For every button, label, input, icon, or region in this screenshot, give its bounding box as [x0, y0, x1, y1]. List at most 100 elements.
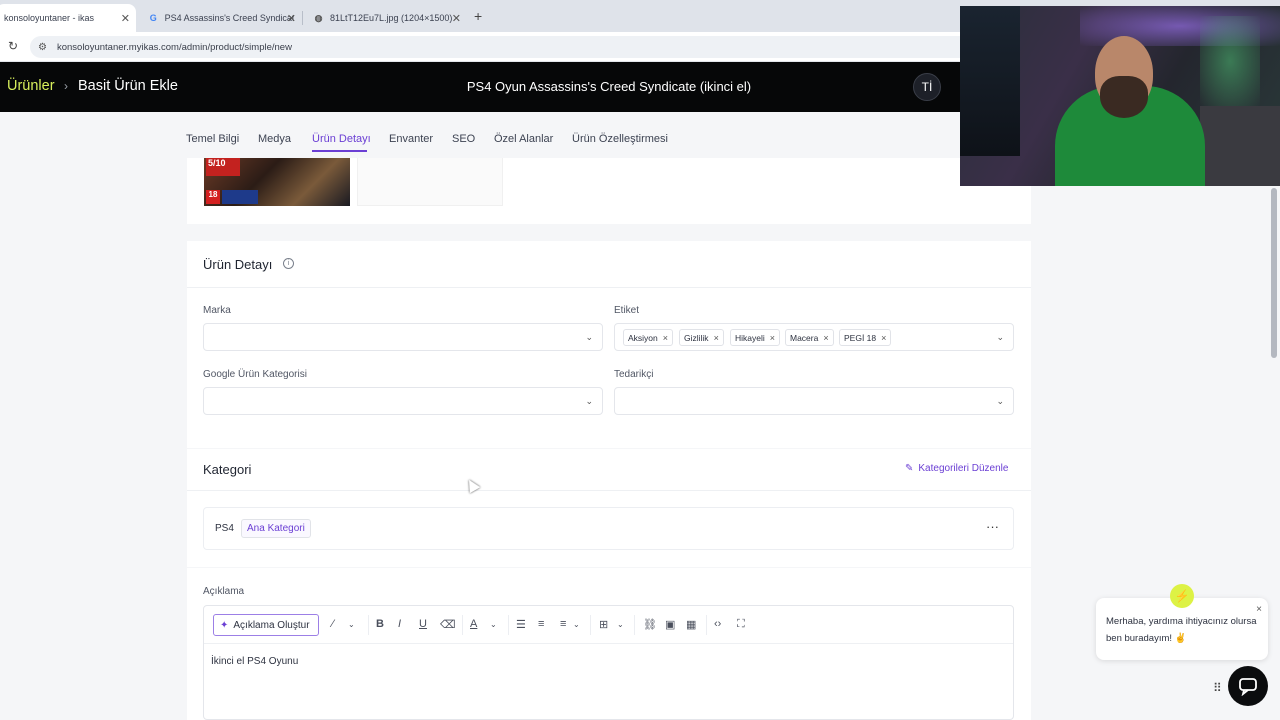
bullet-list-icon[interactable]: ☰: [516, 618, 526, 631]
tab-close-icon[interactable]: ✕: [287, 12, 296, 25]
close-icon[interactable]: ×: [1256, 601, 1262, 618]
tab-seo[interactable]: SEO: [452, 133, 475, 145]
generate-description-button[interactable]: ✦ Açıklama Oluştur: [213, 614, 319, 636]
google-category-label: Google Ürün Kategorisi: [203, 369, 307, 380]
divider: [187, 287, 1031, 288]
more-options-icon[interactable]: ···: [986, 519, 999, 534]
editor-content[interactable]: İkinci el PS4 Oyunu: [211, 656, 298, 667]
chevron-down-icon[interactable]: ⌄: [490, 620, 497, 629]
tag-chip: PEGİ 18 ×: [839, 329, 892, 346]
magic-wand-icon[interactable]: ⁄: [332, 618, 334, 630]
tags-label: Etiket: [614, 305, 640, 316]
toolbar-separator: [508, 615, 509, 635]
toolbar-separator: [462, 615, 463, 635]
category-name: PS4: [215, 523, 234, 534]
tab-basic-info[interactable]: Temel Bilgi: [186, 133, 239, 145]
image-placeholder[interactable]: [357, 158, 503, 206]
globe-icon: ◍: [314, 12, 323, 23]
description-label: Açıklama: [203, 586, 245, 597]
chevron-down-icon: ⌄: [996, 396, 1004, 406]
supplier-select[interactable]: ⌄: [614, 387, 1014, 415]
tab-media[interactable]: Medya: [258, 133, 291, 145]
chat-message: Merhaba, yardıma ihtiyacınız olursa ben …: [1106, 616, 1257, 644]
remove-tag-icon[interactable]: ×: [823, 333, 828, 343]
tab-separator: [302, 11, 303, 25]
toolbar-separator: [706, 615, 707, 635]
chat-launcher-button[interactable]: [1228, 666, 1268, 706]
remove-tag-icon[interactable]: ×: [714, 333, 719, 343]
tab-inventory[interactable]: Envanter: [389, 133, 433, 145]
chat-icon: [1239, 678, 1257, 696]
tag-chip: Aksiyon ×: [623, 329, 674, 346]
tab-custom-fields[interactable]: Özel Alanlar: [494, 133, 553, 145]
google-category-select[interactable]: ⌄: [203, 387, 603, 415]
chevron-down-icon[interactable]: ⌄: [573, 620, 580, 629]
webcam-overlay: [960, 6, 1280, 186]
remove-tag-icon[interactable]: ×: [663, 333, 668, 343]
table-icon[interactable]: ⊞: [599, 618, 608, 631]
chevron-down-icon: ⌄: [585, 396, 593, 406]
video-icon[interactable]: ▦: [686, 618, 696, 631]
editor-toolbar: ✦ Açıklama Oluştur ⁄ ⌄ B I U ⌫ A ⌄ ☰ ≡ ≡…: [204, 606, 1013, 644]
site-settings-icon[interactable]: ⚙: [38, 42, 47, 53]
tab-close-icon[interactable]: ✕: [452, 12, 461, 25]
age-rating-badge: 18: [206, 190, 220, 204]
brand-select[interactable]: ⌄: [203, 323, 603, 351]
tag-label: Gizlilik: [684, 332, 709, 343]
remove-tag-icon[interactable]: ×: [770, 333, 775, 343]
info-icon[interactable]: i: [283, 258, 294, 269]
underline-icon[interactable]: U: [419, 618, 427, 630]
code-icon[interactable]: ‹›: [714, 618, 721, 630]
image-icon[interactable]: ▣: [665, 618, 675, 631]
tab-product-customization[interactable]: Ürün Özelleştirmesi: [572, 133, 668, 145]
background-furniture: [1200, 106, 1280, 186]
bold-icon[interactable]: B: [376, 618, 384, 630]
lightning-icon: ⚡: [1170, 584, 1194, 608]
chevron-down-icon: ⌄: [996, 332, 1004, 342]
tag-label: Hikayeli: [735, 332, 765, 343]
text-color-icon[interactable]: A: [470, 618, 477, 630]
publisher-logo: [222, 190, 258, 204]
pencil-icon: ✎: [905, 463, 914, 474]
browser-tab-active[interactable]: konsoloyuntaner - ikas ✕: [0, 4, 136, 32]
reload-icon[interactable]: ↻: [8, 39, 18, 53]
google-icon: G: [149, 13, 157, 23]
browser-tab[interactable]: ◍ 81LtT12Eu7L.jpg (1204×1500) ✕: [305, 4, 467, 32]
product-image-thumbnail[interactable]: 5/10 18: [204, 158, 350, 206]
chevron-down-icon[interactable]: ⌄: [348, 620, 355, 629]
page-scrollbar[interactable]: [1271, 188, 1277, 358]
numbered-list-icon[interactable]: ≡: [538, 618, 544, 630]
link-icon[interactable]: ⛓: [643, 618, 657, 631]
toolbar-separator: [590, 615, 591, 635]
fullscreen-icon[interactable]: ⛶: [737, 618, 745, 631]
tab-product-detail[interactable]: Ürün Detayı: [312, 133, 371, 145]
avatar[interactable]: Tİ: [913, 73, 941, 101]
tag-label: Macera: [790, 332, 819, 343]
chevron-down-icon: ⌄: [585, 332, 593, 342]
chevron-down-icon[interactable]: ⌄: [617, 620, 624, 629]
rich-text-editor: ✦ Açıklama Oluştur ⁄ ⌄ B I U ⌫ A ⌄ ☰ ≡ ≡…: [203, 605, 1014, 720]
edit-categories-link[interactable]: ✎ Kategorileri Düzenle: [905, 463, 1008, 474]
align-icon[interactable]: ≡: [560, 618, 566, 630]
tab-title: konsoloyuntaner - ikas: [4, 13, 95, 23]
drag-handle-icon[interactable]: ⠿: [1213, 681, 1222, 695]
browser-tab[interactable]: G PS4 Assassins's Creed Syndicate ✕: [140, 4, 303, 32]
italic-icon[interactable]: I: [398, 618, 401, 630]
toolbar-separator: [368, 615, 369, 635]
tab-close-icon[interactable]: ✕: [121, 12, 130, 25]
tags-select[interactable]: Aksiyon × Gizlilik × Hikayeli × Macera × PEG…: [614, 323, 1014, 351]
remove-tag-icon[interactable]: ×: [881, 333, 886, 343]
main-category-badge: Ana Kategori: [241, 519, 311, 538]
brand-label: Marka: [203, 305, 231, 316]
eraser-icon[interactable]: ⌫: [440, 618, 456, 631]
tab-title: PS4 Assassins's Creed Syndicate: [164, 13, 294, 23]
new-tab-button[interactable]: +: [474, 8, 482, 24]
section-title-product-detail: Ürün Detayı: [203, 257, 273, 272]
tag-label: Aksiyon: [628, 332, 658, 343]
category-row: PS4 Ana Kategori ···: [203, 507, 1014, 550]
url-bar[interactable]: ⚙ konsoloyuntaner.myikas.com/admin/produ…: [30, 36, 970, 58]
generate-description-label: Açıklama Oluştur: [233, 619, 310, 631]
tag-chip: Macera ×: [785, 329, 834, 346]
sparkle-icon: ✦: [220, 619, 229, 631]
tag-chip: Gizlilik ×: [679, 329, 724, 346]
